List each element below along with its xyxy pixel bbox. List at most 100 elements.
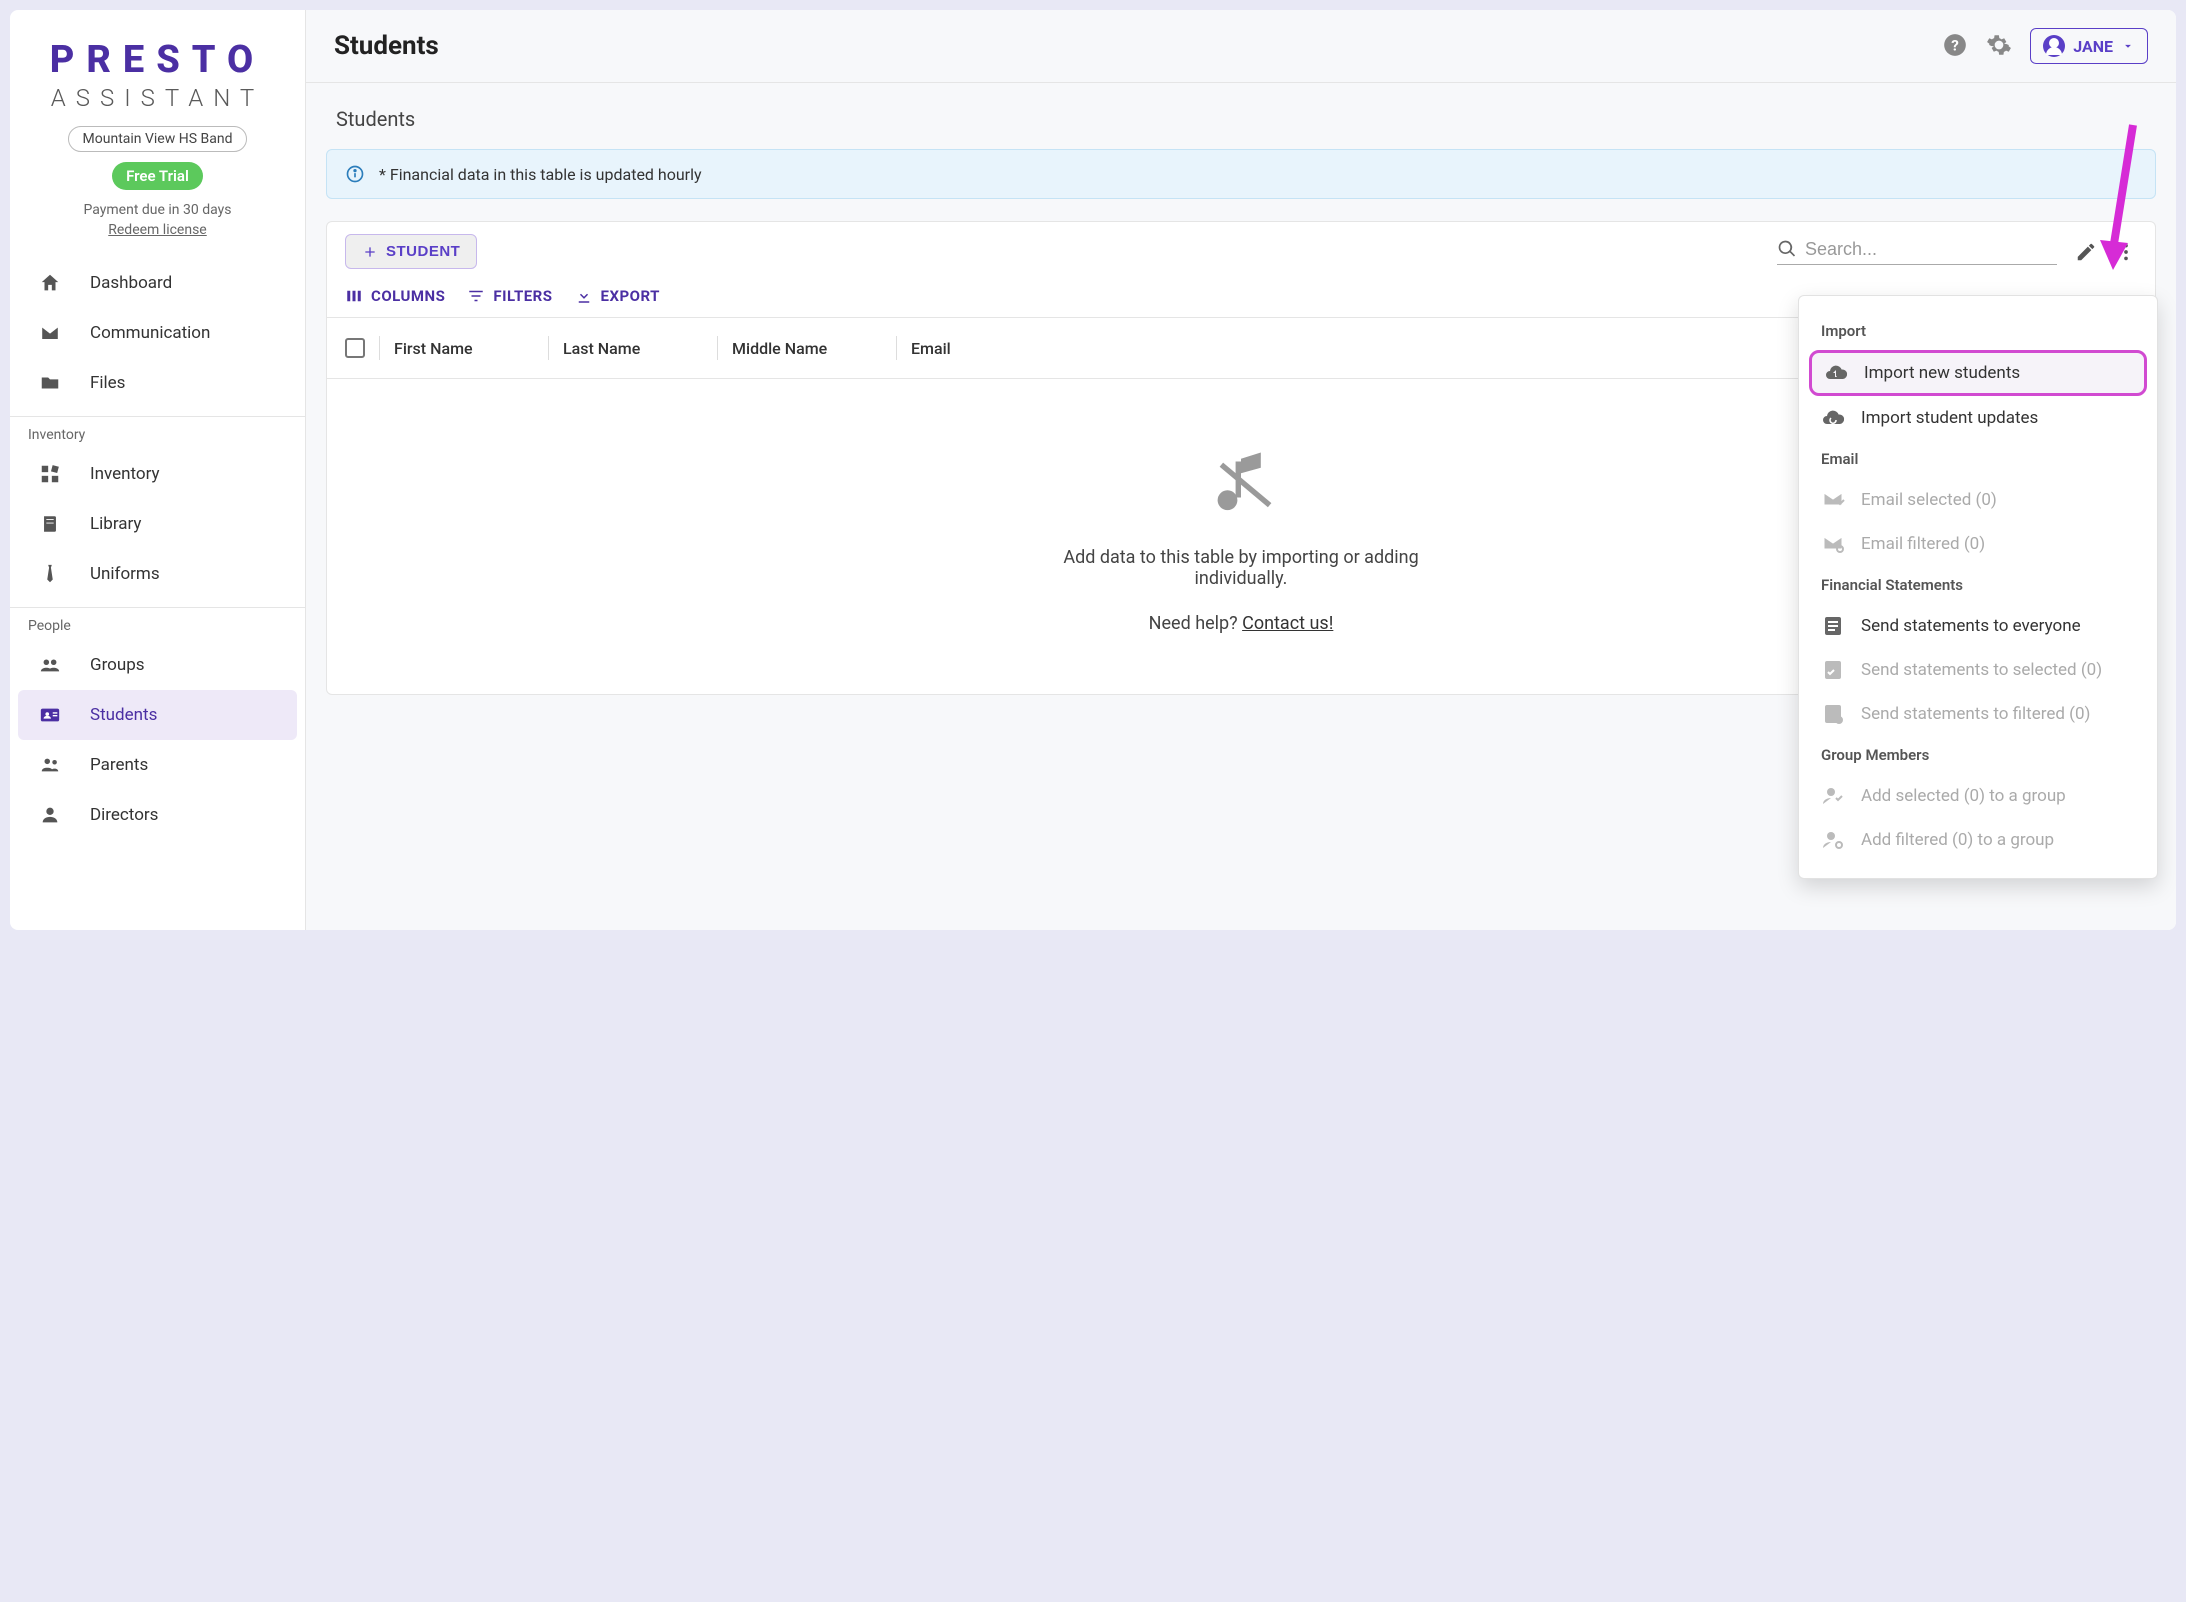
logo-main: PRESTO	[10, 38, 305, 82]
edit-icon[interactable]	[2075, 241, 2097, 263]
settings-icon[interactable]	[1986, 32, 2014, 60]
menu-label: Add selected (0) to a group	[1861, 786, 2066, 806]
menu-label: Import new students	[1864, 363, 2020, 383]
mail-icon	[36, 322, 64, 344]
sidebar-item-label: Directors	[90, 805, 158, 825]
mail-search-icon	[1821, 532, 1845, 556]
sidebar-item-uniforms[interactable]: Uniforms	[18, 549, 297, 599]
groups-icon	[36, 654, 64, 676]
sidebar-item-students[interactable]: Students	[18, 690, 297, 740]
chip-label: EXPORT	[601, 287, 660, 305]
app-window: PRESTO ASSISTANT Mountain View HS Band F…	[10, 10, 2176, 930]
sidebar-item-communication[interactable]: Communication	[18, 308, 297, 358]
right-tools	[1777, 239, 2137, 265]
nav-section-people: People	[10, 607, 305, 640]
add-student-button[interactable]: STUDENT	[345, 234, 477, 269]
person-search-icon	[1821, 828, 1845, 852]
org-badge[interactable]: Mountain View HS Band	[68, 126, 248, 152]
mail-check-icon	[1821, 488, 1845, 512]
svg-text:?: ?	[1951, 36, 1959, 54]
need-help-text: Need help?	[1149, 613, 1242, 634]
header-actions: ? JANE	[1942, 28, 2148, 64]
filter-icon	[467, 287, 485, 305]
user-menu[interactable]: JANE	[2030, 28, 2148, 64]
menu-label: Add filtered (0) to a group	[1861, 830, 2054, 850]
search-icon	[1777, 239, 1797, 259]
sidebar-item-inventory[interactable]: Inventory	[18, 449, 297, 499]
sidebar-item-label: Communication	[90, 323, 210, 343]
export-button[interactable]: EXPORT	[575, 287, 660, 305]
menu-fs-filtered: Send statements to filtered (0)	[1799, 692, 2157, 736]
info-banner: * Financial data in this table is update…	[326, 149, 2156, 199]
sidebar-item-label: Parents	[90, 755, 148, 775]
sidebar-item-directors[interactable]: Directors	[18, 790, 297, 840]
th-middle-name[interactable]: Middle Name	[732, 339, 882, 358]
sidebar-item-label: Library	[90, 514, 141, 534]
nav-main: Dashboard Communication Files	[10, 258, 305, 408]
menu-email-filtered: Email filtered (0)	[1799, 522, 2157, 566]
id-card-icon	[36, 704, 64, 726]
search-input[interactable]	[1805, 239, 2057, 260]
dropdown-header-email: Email	[1799, 440, 2157, 478]
logo-sub: ASSISTANT	[10, 84, 305, 112]
sidebar-item-parents[interactable]: Parents	[18, 740, 297, 790]
menu-import-new[interactable]: Import new students	[1809, 350, 2147, 396]
sidebar-item-files[interactable]: Files	[18, 358, 297, 408]
menu-gm-filtered: Add filtered (0) to a group	[1799, 818, 2157, 862]
widgets-icon	[36, 463, 64, 485]
music-off-icon	[1196, 439, 1286, 529]
sidebar-item-groups[interactable]: Groups	[18, 640, 297, 690]
sidebar-item-label: Dashboard	[90, 273, 172, 293]
menu-gm-selected: Add selected (0) to a group	[1799, 774, 2157, 818]
cloud-sync-icon	[1821, 406, 1845, 430]
trial-badge: Free Trial	[112, 162, 203, 190]
add-student-label: STUDENT	[386, 243, 460, 260]
person-icon	[36, 804, 64, 826]
card-toolbar-top: STUDENT	[327, 222, 2155, 281]
menu-label: Email filtered (0)	[1861, 534, 1985, 554]
nav-section-inventory: Inventory	[10, 416, 305, 449]
info-icon	[345, 164, 365, 184]
sidebar-item-label: Groups	[90, 655, 145, 675]
home-icon	[36, 272, 64, 294]
person-check-icon	[1821, 784, 1845, 808]
sidebar: PRESTO ASSISTANT Mountain View HS Band F…	[10, 10, 306, 930]
cloud-upload-icon	[1824, 361, 1848, 385]
chip-label: FILTERS	[493, 287, 552, 305]
menu-label: Send statements to selected (0)	[1861, 660, 2102, 680]
payment-due: Payment due in 30 days	[30, 202, 285, 218]
dropdown-header-gm: Group Members	[1799, 736, 2157, 774]
help-icon[interactable]: ?	[1942, 32, 1970, 60]
empty-text: Add data to this table by importing or a…	[1041, 547, 1441, 589]
document-search-icon	[1821, 702, 1845, 726]
main: Students ? JANE Students * Financial dat…	[306, 10, 2176, 930]
menu-label: Send statements to everyone	[1861, 616, 2081, 636]
menu-fs-everyone[interactable]: Send statements to everyone	[1799, 604, 2157, 648]
document-icon	[1821, 614, 1845, 638]
more-vert-icon[interactable]	[2115, 241, 2137, 263]
th-first-name[interactable]: First Name	[394, 339, 534, 358]
columns-button[interactable]: COLUMNS	[345, 287, 445, 305]
sidebar-item-library[interactable]: Library	[18, 499, 297, 549]
dropdown-header-import: Import	[1799, 312, 2157, 350]
menu-email-selected: Email selected (0)	[1799, 478, 2157, 522]
sidebar-item-label: Files	[90, 373, 125, 393]
tie-icon	[36, 563, 64, 585]
sidebar-item-label: Uniforms	[90, 564, 160, 584]
logo: PRESTO ASSISTANT	[10, 10, 305, 126]
contact-us-link[interactable]: Contact us!	[1242, 613, 1333, 634]
avatar-icon	[2043, 35, 2065, 57]
select-all-checkbox[interactable]	[345, 338, 365, 358]
menu-import-updates[interactable]: Import student updates	[1799, 396, 2157, 440]
menu-fs-selected: Send statements to selected (0)	[1799, 648, 2157, 692]
header: Students ? JANE	[306, 10, 2176, 83]
redeem-license-link[interactable]: Redeem license	[108, 222, 207, 238]
people-icon	[36, 754, 64, 776]
folder-icon	[36, 372, 64, 394]
sidebar-item-dashboard[interactable]: Dashboard	[18, 258, 297, 308]
banner-text: * Financial data in this table is update…	[379, 165, 702, 184]
th-email[interactable]: Email	[911, 339, 1011, 358]
filters-button[interactable]: FILTERS	[467, 287, 552, 305]
th-last-name[interactable]: Last Name	[563, 339, 703, 358]
plus-icon	[362, 244, 378, 260]
